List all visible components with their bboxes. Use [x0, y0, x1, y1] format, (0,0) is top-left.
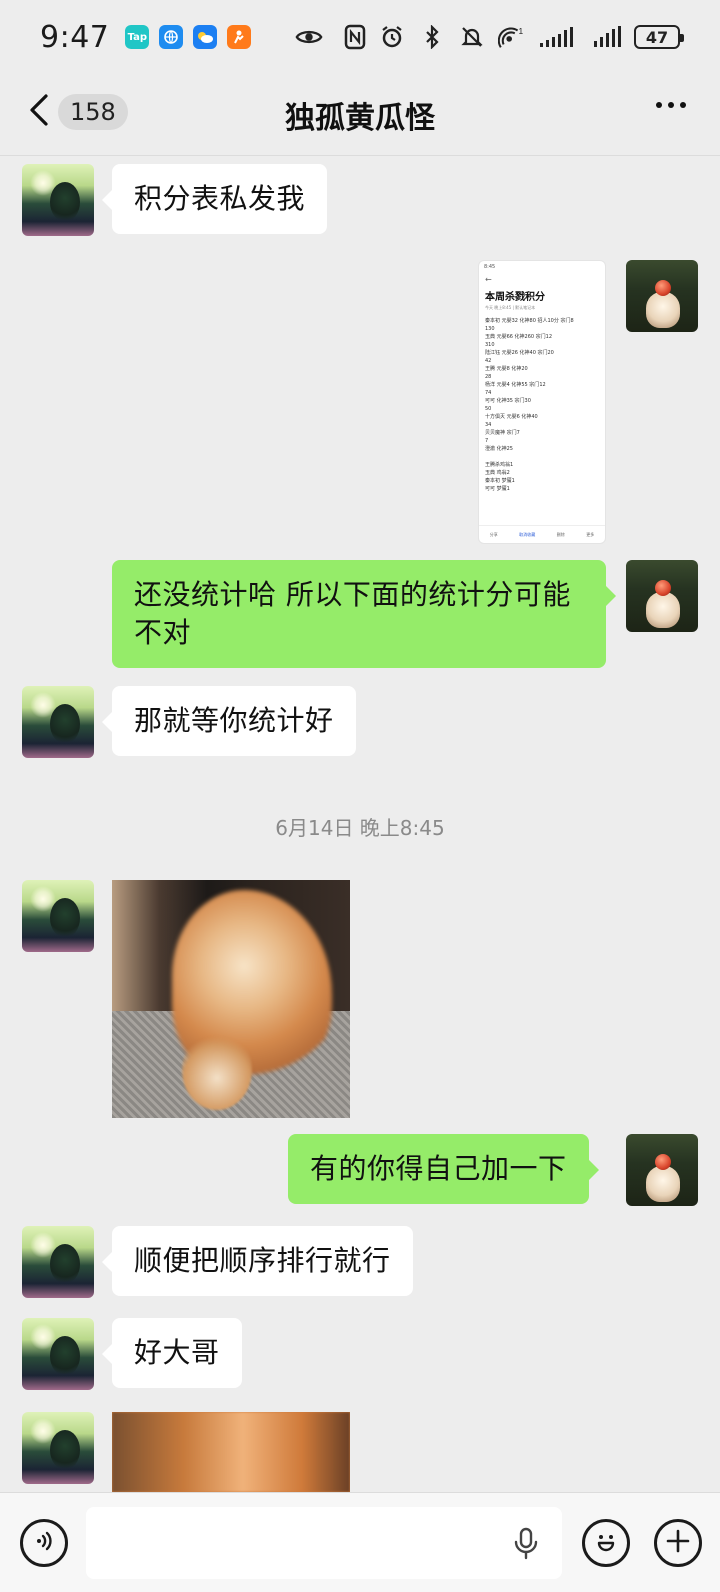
message-bubble-incoming[interactable]: 顺便把顺序排行就行 [102, 1226, 413, 1296]
fitness-icon [227, 25, 252, 49]
screenshot-line: 74 [485, 390, 492, 396]
emoji-icon [591, 1526, 621, 1560]
plus-icon [664, 1527, 692, 1559]
screenshot-tab: 分享 [489, 531, 498, 537]
status-bar: 9:47 Tap 1 47 [0, 0, 720, 74]
voice-icon [32, 1529, 56, 1557]
message-timestamp: 6月14日 晚上8:45 [275, 816, 445, 840]
mute-bell-icon [458, 23, 486, 51]
screenshot-image-message[interactable]: 8:45 ← 本周杀戮积分 今天 晚上8:45 | 默认笔记本 秦本初 元婴32… [478, 260, 606, 544]
friend-avatar[interactable] [22, 1412, 94, 1484]
notification-app-icons: Tap [125, 25, 252, 49]
screenshot-tab-bar: 分享 取消收藏 删除 更多 [479, 525, 605, 543]
back-button[interactable]: 158 [28, 92, 128, 132]
screenshot-line: 28 [485, 374, 492, 380]
friend-avatar[interactable] [22, 1318, 94, 1390]
status-mid-icons [295, 23, 369, 51]
message-input-bar [0, 1492, 720, 1592]
eye-icon [295, 23, 323, 51]
screenshot-line: 可可 梦魇1 [485, 486, 510, 492]
emoji-button[interactable] [582, 1519, 630, 1567]
microphone-icon[interactable] [512, 1527, 540, 1561]
screenshot-back-icon: ← [485, 275, 492, 284]
screenshot-line: 澄澈 化神25 [485, 446, 513, 452]
message-bubble-incoming[interactable]: 好大哥 [102, 1318, 242, 1388]
screenshot-line: 王腾 元婴8 化神20 [485, 366, 528, 372]
friend-avatar[interactable] [22, 164, 94, 236]
status-right-icons: 1 47 [378, 23, 684, 51]
friend-avatar[interactable] [22, 1226, 94, 1298]
message-bubble-incoming[interactable]: 那就等你统计好 [102, 686, 356, 756]
screenshot-line: 50 [485, 406, 492, 412]
taptap-icon: Tap [125, 25, 150, 49]
screenshot-line: 贝贝魔神 宗门7 [485, 430, 520, 436]
screenshot-line: 130 [485, 326, 495, 332]
unread-count-badge: 158 [58, 94, 128, 130]
screenshot-status-time: 8:45 [484, 264, 496, 270]
screenshot-line: 陆江钰 元婴26 化神40 宗门20 [485, 350, 554, 356]
screenshot-line: 玉典 元婴66 化神260 宗门12 [485, 334, 553, 340]
chevron-left-icon [28, 92, 50, 132]
friend-avatar[interactable] [22, 880, 94, 952]
message-bubble-outgoing[interactable]: 还没统计哈 所以下面的统计分可能不对 [112, 560, 616, 668]
chat-title: 独孤黄瓜怪 [285, 100, 435, 136]
my-avatar[interactable] [626, 1134, 698, 1206]
status-time: 9:47 [40, 19, 110, 55]
my-avatar[interactable] [626, 260, 698, 332]
chat-message-list[interactable]: 积分表私发我 8:45 ← 本周杀戮积分 今天 晚上8:45 | 默认笔记本 秦… [0, 156, 720, 1492]
message-text-input[interactable] [86, 1507, 562, 1579]
bluetooth-icon [418, 23, 446, 51]
cat-photo-message[interactable] [112, 880, 350, 1118]
alarm-icon [378, 23, 406, 51]
chat-header: 158 独孤黄瓜怪 [0, 74, 720, 156]
message-bubble-incoming[interactable]: 积分表私发我 [101, 164, 328, 234]
my-avatar[interactable] [626, 560, 698, 632]
nfc-icon [341, 23, 369, 51]
screenshot-line: 可可 化神35 宗门30 [485, 398, 531, 404]
signal-1-icon [538, 23, 580, 51]
message-bubble-outgoing[interactable]: 有的你得自己加一下 [288, 1134, 599, 1204]
more-dots-icon [656, 102, 662, 108]
cat-photo-message[interactable] [112, 1412, 350, 1492]
screenshot-line: 42 [485, 358, 492, 364]
screenshot-line: 310 [485, 342, 495, 348]
friend-avatar[interactable] [22, 686, 94, 758]
signal-2-icon [592, 23, 622, 51]
signal-label: 1 [519, 26, 524, 36]
screenshot-line: 王腾杀鸡翁1 [485, 462, 514, 468]
screenshot-tab: 删除 [556, 531, 565, 537]
screenshot-line: 十方俱灭 元婴6 化神40 [485, 414, 538, 420]
screenshot-line: 玉典 鸡翁2 [485, 470, 510, 476]
weather-icon [193, 25, 218, 49]
voice-input-button[interactable] [20, 1519, 68, 1567]
more-options-button[interactable] [656, 102, 686, 108]
screenshot-line: 杨洋 元婴4 化神55 宗门12 [485, 382, 546, 388]
screenshot-title: 本周杀戮积分 [485, 292, 545, 303]
screenshot-meta: 今天 晚上8:45 | 默认笔记本 [485, 305, 536, 310]
hotspot-icon: 1 [498, 23, 526, 51]
screenshot-tab: 取消收藏 [519, 531, 536, 537]
screenshot-line: 34 [485, 422, 492, 428]
battery-indicator: 47 [634, 25, 684, 49]
more-actions-button[interactable] [654, 1519, 702, 1567]
screenshot-line: 7 [485, 438, 489, 444]
screenshot-tab: 更多 [586, 531, 595, 537]
globe-icon [159, 25, 184, 49]
screenshot-line: 秦本初 元婴32 化神80 招人10分 宗门8 [485, 318, 574, 324]
screenshot-line: 秦本初 梦魇1 [485, 478, 515, 484]
